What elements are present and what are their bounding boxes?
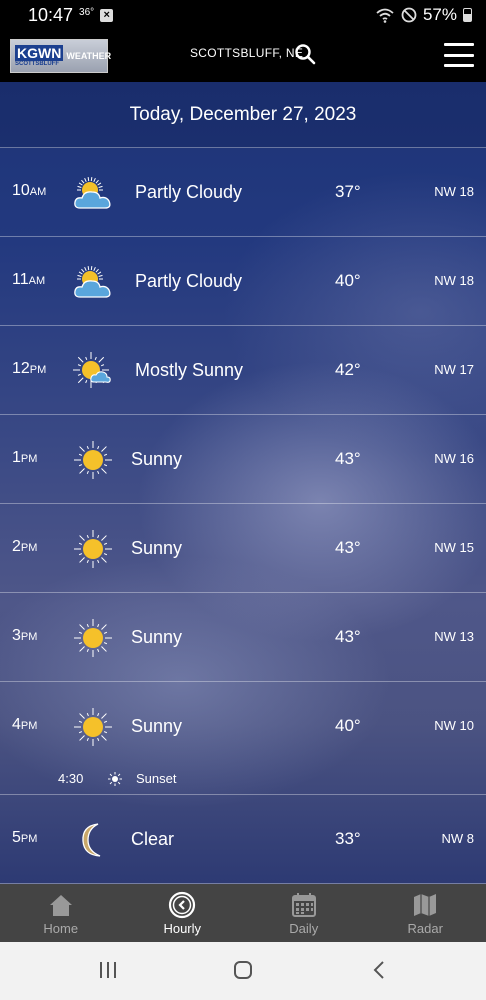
hour-time: 11AM	[12, 271, 46, 288]
hour-condition: Sunny	[131, 449, 183, 469]
hour-temperature: 43°	[335, 449, 361, 468]
battery-icon	[463, 8, 472, 22]
status-time: 10:47	[28, 4, 74, 25]
sunny-icon	[72, 708, 114, 746]
nav-home-label: Home	[43, 920, 79, 936]
sunset-icon	[108, 771, 122, 786]
hour-row[interactable]: 10AM Partly Cloudy 37° NW 18	[0, 148, 486, 237]
back-icon[interactable]	[370, 960, 390, 980]
hour-row[interactable]: 3PM Sunny 43° NW 13	[0, 593, 486, 682]
recent-apps-icon[interactable]	[98, 960, 118, 980]
hour-temperature: 43°	[335, 627, 361, 646]
sunny-icon	[72, 619, 114, 657]
nav-radar-label: Radar	[407, 920, 443, 936]
search-icon[interactable]	[294, 43, 316, 65]
wifi-icon	[376, 8, 394, 23]
sunset-time: 4:30	[58, 771, 84, 786]
calendar-icon	[291, 892, 316, 917]
hour-row[interactable]: 2PM Sunny 43° NW 15	[0, 504, 486, 593]
hour-condition: Sunny	[131, 716, 183, 736]
logo-subtitle: SCOTTSBLUFF	[15, 61, 59, 67]
partly-cloudy-icon	[72, 174, 114, 212]
nav-home[interactable]: Home	[0, 884, 122, 942]
hour-wind: NW 8	[441, 831, 475, 846]
logo-label: WEATHER	[66, 51, 112, 61]
hour-row[interactable]: 5PM Clear 33° NW 8	[0, 795, 486, 884]
hour-condition: Clear	[131, 829, 175, 849]
sunny-icon	[72, 441, 114, 479]
mostly-sunny-icon	[72, 352, 114, 390]
notification-icon: ×	[100, 8, 114, 22]
hour-time: 12PM	[12, 360, 47, 377]
hour-wind: NW 10	[434, 718, 474, 733]
hour-condition: Sunny	[131, 627, 183, 647]
map-icon	[414, 893, 437, 916]
bottom-navigation: Home Hourly Daily Radar	[0, 884, 486, 942]
hour-time: 10AM	[12, 182, 47, 199]
hour-time: 1PM	[12, 449, 38, 466]
sunny-icon	[72, 530, 114, 568]
nav-daily[interactable]: Daily	[243, 884, 365, 942]
hour-condition: Sunny	[131, 538, 183, 558]
date-header: Today, December 27, 2023	[0, 82, 486, 148]
hourly-list[interactable]: Today, December 27, 2023 10AM Partly Clo…	[0, 82, 486, 884]
app-header: KGWN SCOTTSBLUFF WEATHER SCOTTSBLUFF, NE	[0, 30, 486, 82]
hour-wind: NW 15	[434, 540, 474, 555]
hour-row[interactable]: 1PM Sunny 43° NW 16	[0, 415, 486, 504]
nav-hourly[interactable]: Hourly	[122, 884, 244, 942]
hour-wind: NW 18	[434, 273, 474, 288]
hour-time: 3PM	[12, 627, 38, 644]
logo-call-letters: KGWN	[15, 45, 64, 61]
status-temperature: 36°	[79, 6, 95, 18]
hour-temperature: 42°	[335, 360, 361, 379]
hour-temperature: 33°	[335, 829, 361, 848]
hour-wind: NW 13	[434, 629, 474, 644]
partly-cloudy-icon	[72, 263, 114, 301]
hour-temperature: 40°	[335, 271, 361, 290]
nav-hourly-label: Hourly	[163, 920, 202, 936]
hour-condition: Mostly Sunny	[135, 360, 244, 380]
hour-temperature: 37°	[335, 182, 361, 201]
station-logo[interactable]: KGWN SCOTTSBLUFF WEATHER	[10, 39, 112, 73]
hour-time: 5PM	[12, 829, 38, 846]
clock-icon	[169, 891, 196, 918]
do-not-disturb-icon	[401, 7, 417, 23]
hour-row[interactable]: 11AM Partly Cloudy 40° NW 18	[0, 237, 486, 326]
hour-row[interactable]: 4PM Sunny 40° NW 10 4:30 Sunset	[0, 682, 486, 795]
nav-radar[interactable]: Radar	[365, 884, 486, 942]
hour-temperature: 40°	[335, 716, 361, 735]
menu-icon[interactable]	[444, 43, 474, 67]
home-icon	[49, 894, 72, 916]
battery-percent: 57%	[422, 5, 457, 24]
location-label[interactable]: SCOTTSBLUFF, NE	[190, 46, 303, 60]
hour-time: 4PM	[12, 716, 38, 733]
hour-wind: NW 18	[434, 184, 474, 199]
nav-daily-label: Daily	[289, 920, 319, 936]
home-button-icon[interactable]	[233, 960, 253, 980]
hour-time: 2PM	[12, 538, 38, 555]
hour-wind: NW 16	[434, 451, 474, 466]
sunset-label: Sunset	[136, 771, 177, 786]
hour-condition: Partly Cloudy	[135, 271, 243, 291]
sunset-info: 4:30 Sunset	[58, 771, 176, 786]
moon-icon	[72, 821, 114, 859]
hour-condition: Partly Cloudy	[135, 182, 243, 202]
hour-row[interactable]: 12PM Mostly Sunny 42° NW 17	[0, 326, 486, 415]
hour-wind: NW 17	[434, 362, 474, 377]
status-bar: 10:47 36° × 57%	[0, 0, 486, 30]
hour-temperature: 43°	[335, 538, 361, 557]
system-navigation-bar	[0, 942, 486, 1000]
